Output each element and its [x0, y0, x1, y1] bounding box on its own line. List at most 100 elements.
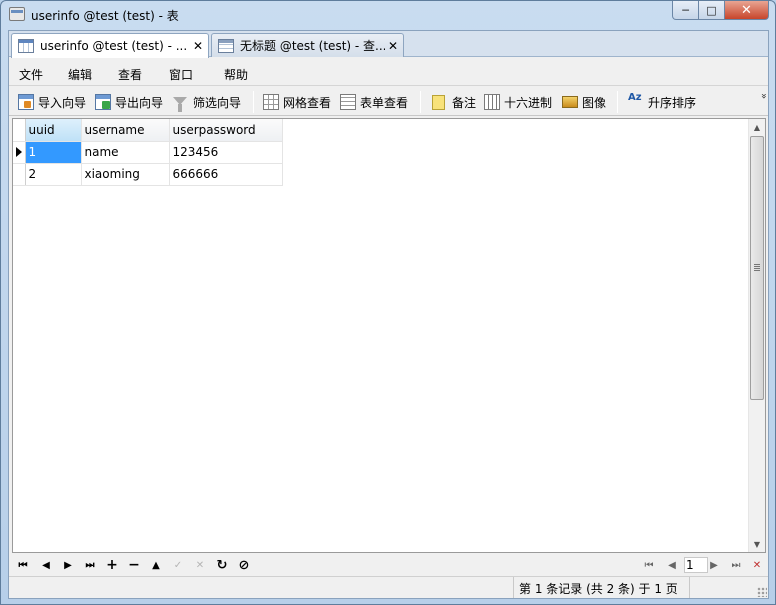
record-count-text: 第 1 条记录 (共 2 条) 于 1 页 — [519, 582, 678, 596]
resize-grip-icon[interactable] — [757, 587, 767, 597]
menu-view[interactable]: 查看 — [118, 66, 142, 83]
menu-edit[interactable]: 编辑 — [68, 66, 92, 83]
status-bar: 第 1 条记录 (共 2 条) 于 1 页 — [9, 576, 768, 598]
tab-label: userinfo @test (test) - ... — [40, 39, 188, 53]
maximize-button[interactable]: □ — [699, 1, 725, 20]
close-button[interactable]: ✕ — [725, 1, 769, 20]
client-area: userinfo @test (test) - ... ✕ 无标题 @test … — [8, 30, 769, 599]
menu-window[interactable]: 窗口 — [169, 66, 193, 83]
grid-view-label: 网格查看 — [283, 95, 332, 110]
tab-close-icon[interactable]: ✕ — [385, 39, 401, 53]
first-record-icon[interactable]: ⏮ — [15, 557, 31, 573]
cancel-changes-icon[interactable]: ✕ — [192, 557, 208, 573]
cell-uuid[interactable]: 2 — [25, 163, 82, 186]
row-indicator — [13, 163, 26, 186]
first-page-icon[interactable]: ⏮ — [642, 557, 656, 573]
last-page-icon[interactable]: ⏭ — [729, 557, 743, 573]
query-icon — [218, 38, 234, 53]
filter-wizard-label: 筛选向导 — [193, 95, 242, 110]
import-wizard-label: 导入向导 — [38, 95, 87, 110]
note-icon — [432, 94, 445, 110]
tab-untitled-query[interactable]: 无标题 @test (test) - 查... ✕ — [211, 33, 404, 57]
page-number-input[interactable]: 1 — [684, 557, 708, 573]
settings-tools-icon[interactable]: ✕ — [750, 557, 764, 573]
cell-userpassword[interactable]: 666666 — [169, 163, 283, 186]
prev-record-icon[interactable]: ◀ — [38, 557, 54, 573]
image-label: 图像 — [582, 95, 607, 110]
grid-icon — [263, 94, 279, 110]
scroll-up-icon[interactable]: ▲ — [749, 119, 765, 135]
prev-page-icon[interactable]: ◀ — [665, 557, 679, 573]
form-icon — [340, 94, 356, 110]
window-title: userinfo @test (test) - 表 — [31, 9, 179, 23]
sort-ascending-button[interactable]: Az 升序排序 — [628, 92, 696, 112]
row-header-corner — [13, 119, 26, 142]
row-indicator — [13, 141, 26, 164]
current-row-icon — [16, 147, 22, 157]
toolbar: 导入向导 导出向导 筛选向导 网格查看 表单查看 备注 十六进制 图像 Az 升… — [9, 87, 769, 116]
stop-icon[interactable]: ⊘ — [236, 557, 252, 573]
tab-label: 无标题 @test (test) - 查... — [240, 39, 385, 53]
table-icon — [18, 39, 34, 53]
next-page-icon[interactable]: ▶ — [707, 557, 721, 573]
grid-view-button[interactable]: 网格查看 — [263, 92, 331, 112]
form-view-label: 表单查看 — [360, 95, 409, 110]
sort-ascending-label: 升序排序 — [648, 95, 697, 110]
table-row[interactable]: 2 xiaoming 666666 — [13, 163, 283, 186]
tab-bar: userinfo @test (test) - ... ✕ 无标题 @test … — [9, 31, 768, 58]
menu-help[interactable]: 帮助 — [224, 66, 248, 83]
menu-bar: 文件 编辑 查看 窗口 帮助 — [9, 59, 768, 86]
data-grid: uuid username userpassword 1 name 123456 — [12, 118, 766, 553]
table-window-icon — [9, 7, 25, 21]
column-header-userpassword[interactable]: userpassword — [169, 119, 283, 142]
import-wizard-button[interactable]: 导入向导 — [18, 92, 86, 112]
image-button[interactable]: 图像 — [562, 92, 606, 112]
grip-icon — [754, 264, 760, 271]
export-wizard-label: 导出向导 — [115, 95, 164, 110]
toolbar-separator — [617, 91, 618, 113]
form-view-button[interactable]: 表单查看 — [340, 92, 408, 112]
menu-file[interactable]: 文件 — [19, 66, 43, 83]
delete-record-icon[interactable]: − — [126, 557, 142, 573]
app-window: userinfo @test (test) - 表 ─ □ ✕ userinfo… — [0, 0, 776, 605]
export-icon — [95, 94, 111, 110]
next-record-icon[interactable]: ▶ — [60, 557, 76, 573]
vertical-scrollbar[interactable]: ▲ ▼ — [748, 119, 765, 552]
record-navigator: ⏮ ◀ ▶ ⏭ + − ▲ ✓ ✕ ↻ ⊘ ⏮ ◀ 1 ▶ ⏭ ✕ — [9, 554, 768, 576]
toolbar-overflow-icon[interactable]: » — [758, 93, 769, 99]
tab-close-icon[interactable]: ✕ — [190, 39, 206, 53]
memo-button[interactable]: 备注 — [432, 92, 476, 112]
minimize-button[interactable]: ─ — [672, 1, 699, 20]
scroll-down-icon[interactable]: ▼ — [749, 536, 765, 552]
move-up-icon[interactable]: ▲ — [148, 557, 164, 573]
records-table: uuid username userpassword 1 name 123456 — [13, 119, 283, 186]
filter-wizard-button[interactable]: 筛选向导 — [173, 92, 241, 112]
apply-changes-icon[interactable]: ✓ — [170, 557, 186, 573]
cell-username[interactable]: name — [81, 141, 170, 164]
add-record-icon[interactable]: + — [104, 557, 120, 573]
hex-label: 十六进制 — [504, 95, 553, 110]
header-row: uuid username userpassword — [13, 119, 283, 142]
status-divider — [513, 577, 514, 598]
cell-username[interactable]: xiaoming — [81, 163, 170, 186]
export-wizard-button[interactable]: 导出向导 — [95, 92, 163, 112]
column-header-username[interactable]: username — [81, 119, 170, 142]
title-bar[interactable]: userinfo @test (test) - 表 ─ □ ✕ — [1, 1, 775, 29]
toolbar-separator — [253, 91, 254, 113]
status-divider — [689, 577, 690, 598]
table-row[interactable]: 1 name 123456 — [13, 141, 283, 164]
cell-uuid[interactable]: 1 — [25, 141, 82, 164]
hex-icon — [484, 94, 500, 110]
caption-buttons: ─ □ ✕ — [672, 1, 769, 21]
sort-az-icon: Az — [628, 92, 642, 103]
scroll-thumb[interactable] — [750, 136, 764, 400]
hex-button[interactable]: 十六进制 — [484, 92, 552, 112]
import-icon — [18, 94, 34, 110]
last-record-icon[interactable]: ⏭ — [82, 557, 98, 573]
tab-userinfo[interactable]: userinfo @test (test) - ... ✕ — [11, 33, 209, 58]
refresh-icon[interactable]: ↻ — [214, 557, 230, 573]
filter-icon — [173, 97, 187, 112]
cell-userpassword[interactable]: 123456 — [169, 141, 283, 164]
column-header-uuid[interactable]: uuid — [25, 119, 82, 142]
memo-label: 备注 — [452, 95, 477, 110]
